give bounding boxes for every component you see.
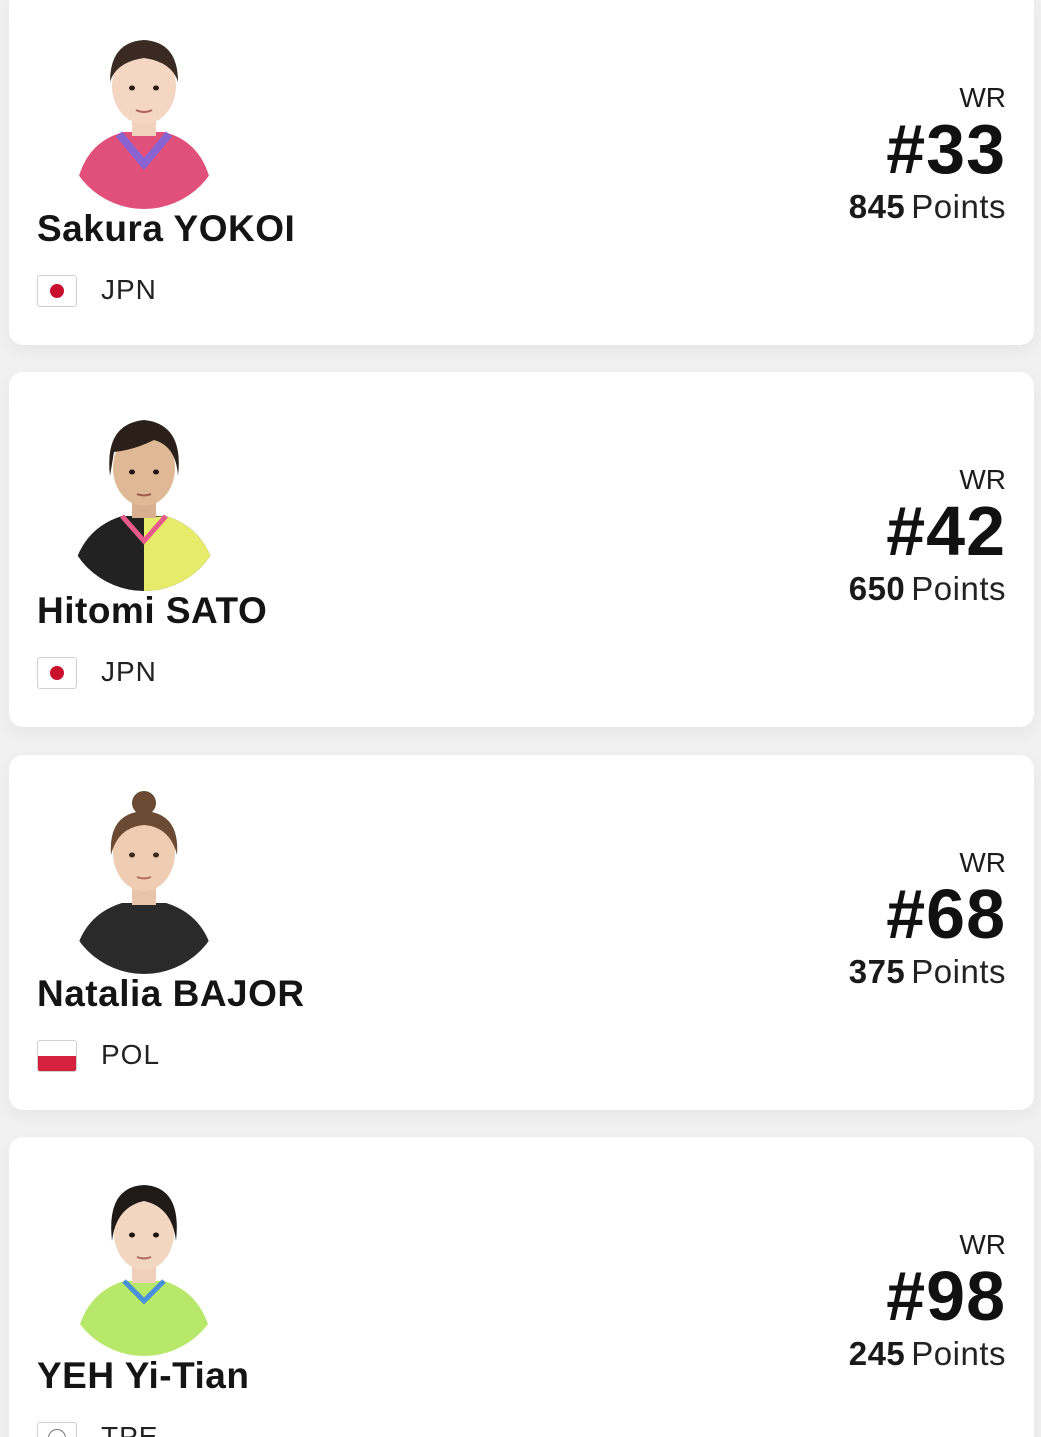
points-value: 845 (848, 188, 906, 225)
player-card[interactable]: Natalia BAJOR POL WR #68 375 Points (9, 755, 1034, 1110)
ranking-block: WR #68 375 Points (849, 847, 1006, 991)
ranking-block: WR #98 245 Points (849, 1229, 1006, 1373)
points-line: 650 Points (849, 570, 1006, 608)
japan-flag-icon (37, 657, 77, 689)
poland-flag-icon (37, 1040, 77, 1072)
points-label: Points (911, 570, 1006, 607)
player-name[interactable]: Sakura YOKOI (37, 208, 295, 250)
world-rank: #98 (886, 1257, 1006, 1335)
points-value: 375 (848, 953, 906, 990)
player-name[interactable]: Hitomi SATO (37, 590, 267, 632)
player-country: JPN (101, 656, 157, 687)
points-line: 845 Points (849, 188, 1006, 226)
points-label: Points (911, 953, 1006, 990)
player-name[interactable]: YEH Yi-Tian (37, 1355, 250, 1397)
points-line: 375 Points (849, 953, 1006, 991)
points-line: 245 Points (849, 1335, 1006, 1373)
player-card[interactable]: YEH Yi-Tian TPE WR #98 245 Points (9, 1137, 1034, 1437)
points-label: Points (911, 188, 1006, 225)
player-card[interactable]: Hitomi SATO JPN WR #42 650 Points (9, 372, 1034, 727)
player-name[interactable]: Natalia BAJOR (37, 973, 305, 1015)
points-label: Points (911, 1335, 1006, 1372)
player-card[interactable]: Sakura YOKOI JPN WR #33 845 Points (9, 0, 1034, 345)
chinese-taipei-flag-icon (37, 1422, 77, 1437)
ranking-block: WR #42 650 Points (849, 464, 1006, 608)
world-rank: #33 (886, 110, 1006, 188)
player-country: JPN (101, 274, 157, 305)
player-photo (64, 24, 224, 209)
ranking-block: WR #33 845 Points (849, 82, 1006, 226)
points-value: 650 (848, 570, 906, 607)
player-country: TPE (101, 1421, 159, 1437)
world-rank: #68 (886, 875, 1006, 953)
player-photo (64, 406, 224, 591)
player-photo (64, 1171, 224, 1356)
world-rank: #42 (886, 492, 1006, 570)
points-value: 245 (848, 1335, 906, 1372)
player-photo (64, 789, 224, 974)
japan-flag-icon (37, 275, 77, 307)
player-ranking-list: Sakura YOKOI JPN WR #33 845 Points Hitomi… (0, 0, 1041, 1437)
player-country: POL (101, 1039, 161, 1070)
